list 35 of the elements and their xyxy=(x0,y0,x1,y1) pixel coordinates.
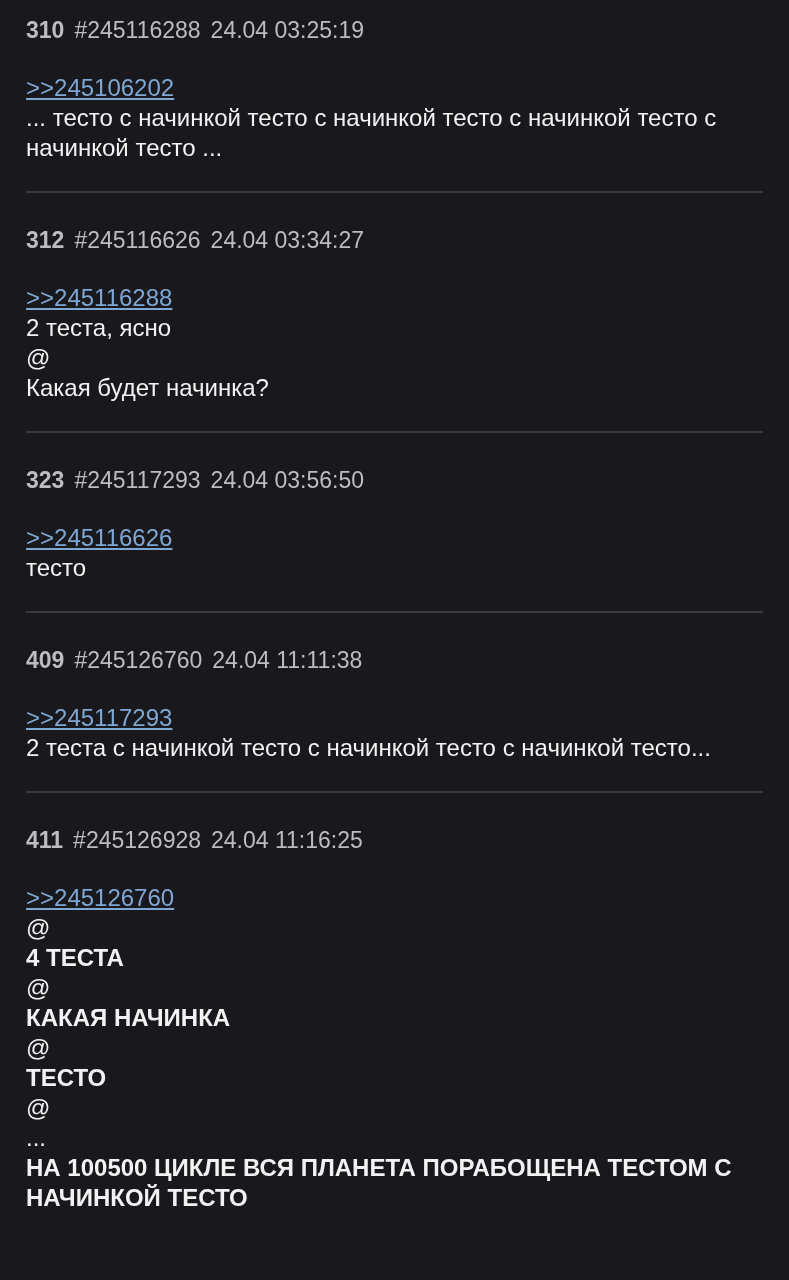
post-text: ТЕСТО xyxy=(26,1063,108,1093)
post-text: КАКАЯ НАЧИНКА xyxy=(26,1003,232,1033)
reply-link[interactable]: >>245126760 xyxy=(26,883,175,913)
post-number: 310 xyxy=(26,16,65,45)
post-text: @ xyxy=(26,1093,52,1123)
post-text: 4 ТЕСТА xyxy=(26,943,125,973)
post-text: ... тесто с начинкой тесто с начинкой тесто с начинкой тесто с начинкой тесто ... xyxy=(26,103,718,163)
post-text: 2 теста с начинкой тесто с начинкой тесто с начинкой тесто... xyxy=(26,733,712,763)
post-date: 24.04 03:25:19 xyxy=(210,16,365,45)
post-text: @ xyxy=(26,343,52,373)
post-text: НА 100500 ЦИКЛЕ ВСЯ ПЛАНЕТА ПОРАБОЩЕНА ТЕСТОМ С НАЧИНКОЙ ТЕСТО xyxy=(26,1153,733,1213)
post-text: ... xyxy=(26,1123,47,1153)
post-text: @ xyxy=(26,1033,52,1063)
post-text: @ xyxy=(26,973,52,1003)
post-id: #245116626 xyxy=(74,226,201,255)
post-id: #245126928 xyxy=(73,826,202,855)
post-number: 312 xyxy=(26,226,65,255)
post-date: 24.04 11:11:38 xyxy=(212,646,363,675)
post-text: Какая будет начинка? xyxy=(26,373,270,403)
post-text: тесто xyxy=(26,553,88,583)
post-date: 24.04 03:34:27 xyxy=(210,226,365,255)
reply-link[interactable]: >>245116626 xyxy=(26,523,173,553)
post-number: 323 xyxy=(26,466,65,495)
post-number: 409 xyxy=(26,646,65,675)
post-text: 2 теста, ясно xyxy=(26,313,173,343)
reply-link[interactable]: >>245117293 xyxy=(26,703,173,733)
post-number: 411 xyxy=(26,826,64,855)
reply-link[interactable]: >>245106202 xyxy=(26,73,175,103)
post-id: #245117293 xyxy=(74,466,201,495)
post-id: #245126760 xyxy=(74,646,203,675)
post-date: 24.04 03:56:50 xyxy=(210,466,365,495)
post-id: #245116288 xyxy=(74,16,201,45)
post-text: @ xyxy=(26,913,52,943)
reply-link[interactable]: >>245116288 xyxy=(26,283,173,313)
post-date: 24.04 11:16:25 xyxy=(211,826,363,855)
